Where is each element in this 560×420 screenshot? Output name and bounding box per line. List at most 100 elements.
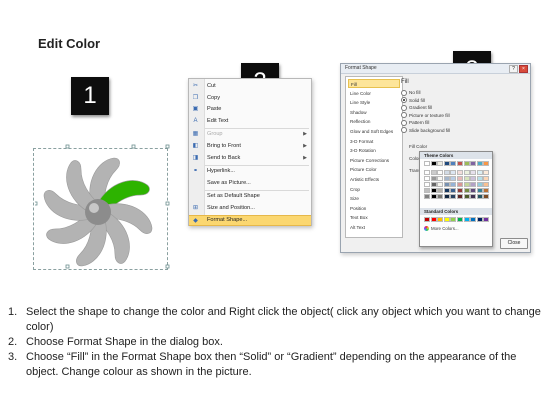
menu-item-paste[interactable]: ▣ Paste: [189, 104, 311, 114]
theme-color-swatch[interactable]: [437, 161, 444, 166]
category-picture-corrections[interactable]: Picture Corrections: [348, 156, 400, 165]
category-fill[interactable]: Fill: [348, 79, 400, 88]
fill-option-solid-fill[interactable]: Solid fill: [401, 97, 511, 104]
theme-color-swatch[interactable]: [430, 182, 437, 187]
category-3-d-format[interactable]: 3-D Format: [348, 137, 400, 146]
theme-color-swatch[interactable]: [430, 170, 437, 175]
radio-button[interactable]: [401, 89, 407, 96]
theme-color-swatch[interactable]: [424, 188, 430, 193]
theme-color-swatch[interactable]: [483, 182, 490, 187]
theme-color-swatch[interactable]: [463, 182, 470, 187]
theme-color-swatch[interactable]: [483, 170, 490, 175]
theme-color-swatch[interactable]: [450, 194, 457, 199]
selection-handle[interactable]: [165, 264, 170, 269]
more-colors-link[interactable]: More Colors...: [424, 226, 459, 232]
radio-button[interactable]: [401, 127, 407, 134]
radio-button[interactable]: [401, 119, 407, 126]
fill-option-no-fill[interactable]: No fill: [401, 89, 511, 96]
category-shadow[interactable]: Shadow: [348, 108, 400, 117]
category-reflection[interactable]: Reflection: [348, 117, 400, 126]
theme-color-swatch[interactable]: [470, 176, 477, 181]
theme-color-swatch[interactable]: [483, 161, 490, 166]
theme-color-swatch[interactable]: [430, 194, 437, 199]
theme-color-swatch[interactable]: [457, 194, 463, 199]
theme-color-swatch[interactable]: [424, 161, 430, 166]
theme-color-swatch[interactable]: [437, 170, 444, 175]
theme-color-swatch[interactable]: [424, 182, 430, 187]
menu-item-group[interactable]: ▦ Group ▶: [189, 129, 311, 139]
menu-item-copy[interactable]: ❐ Copy: [189, 93, 311, 103]
radio-button[interactable]: [401, 97, 407, 104]
theme-color-swatch[interactable]: [437, 188, 444, 193]
theme-color-swatch[interactable]: [463, 188, 470, 193]
standard-color-swatch[interactable]: [430, 217, 437, 222]
theme-color-swatch[interactable]: [463, 170, 470, 175]
pinwheel-shape[interactable]: [35, 132, 170, 272]
theme-color-swatch[interactable]: [443, 188, 450, 193]
category-crop[interactable]: Crop: [348, 185, 400, 194]
theme-color-swatch[interactable]: [483, 176, 490, 181]
theme-color-swatch[interactable]: [437, 182, 444, 187]
category-position[interactable]: Position: [348, 204, 400, 213]
menu-item-hyperlink[interactable]: ⚭ Hyperlink...: [189, 166, 311, 176]
theme-color-swatch[interactable]: [443, 194, 450, 199]
radio-button[interactable]: [401, 104, 407, 111]
theme-color-swatch[interactable]: [470, 194, 477, 199]
fill-option-gradient-fill[interactable]: Gradient fill: [401, 104, 511, 111]
theme-color-swatch[interactable]: [430, 188, 437, 193]
theme-color-swatch[interactable]: [470, 188, 477, 193]
category-line-style[interactable]: Line Style: [348, 98, 400, 107]
theme-color-swatch[interactable]: [430, 176, 437, 181]
theme-color-swatch[interactable]: [457, 188, 463, 193]
category-size[interactable]: Size: [348, 194, 400, 203]
theme-color-swatch[interactable]: [424, 176, 430, 181]
category-glow-and-soft-edges[interactable]: Glow and Soft Edges: [348, 127, 400, 136]
theme-color-swatch[interactable]: [483, 188, 490, 193]
theme-color-swatch[interactable]: [457, 182, 463, 187]
theme-color-swatch[interactable]: [450, 182, 457, 187]
standard-color-swatch[interactable]: [437, 217, 444, 222]
menu-item-edit-text[interactable]: A Edit Text: [189, 116, 311, 126]
theme-color-swatch[interactable]: [463, 161, 470, 166]
standard-color-swatch[interactable]: [450, 217, 457, 222]
menu-item-format-shape[interactable]: ◆ Format Shape...: [189, 214, 311, 226]
theme-color-swatch[interactable]: [457, 170, 463, 175]
theme-color-swatch[interactable]: [457, 161, 463, 166]
standard-color-swatch[interactable]: [424, 217, 430, 222]
selection-handle[interactable]: [65, 264, 70, 269]
theme-color-swatch[interactable]: [483, 194, 490, 199]
theme-color-swatch[interactable]: [450, 188, 457, 193]
theme-color-swatch[interactable]: [463, 194, 470, 199]
theme-color-swatch[interactable]: [470, 161, 477, 166]
close-icon[interactable]: ×: [519, 65, 528, 73]
standard-color-swatch[interactable]: [443, 217, 450, 222]
theme-color-swatch[interactable]: [450, 176, 457, 181]
selection-handle[interactable]: [165, 201, 170, 206]
theme-color-swatch[interactable]: [470, 170, 477, 175]
theme-color-swatch[interactable]: [424, 170, 430, 175]
menu-item-bring-to-front[interactable]: ◧ Bring to Front ▶: [189, 141, 311, 151]
standard-color-swatch[interactable]: [470, 217, 477, 222]
radio-button[interactable]: [401, 112, 407, 119]
theme-color-swatch[interactable]: [443, 176, 450, 181]
theme-color-swatch[interactable]: [476, 161, 483, 166]
standard-color-swatch[interactable]: [483, 217, 490, 222]
selection-handle[interactable]: [131, 144, 136, 149]
standard-color-swatch[interactable]: [457, 217, 463, 222]
menu-item-set-as-default-shape[interactable]: Set as Default Shape: [189, 191, 311, 201]
standard-color-swatch[interactable]: [476, 217, 483, 222]
category-picture-color[interactable]: Picture Color: [348, 165, 400, 174]
theme-color-swatch[interactable]: [424, 194, 430, 199]
theme-color-swatch[interactable]: [463, 176, 470, 181]
menu-item-save-as-picture[interactable]: Save as Picture...: [189, 178, 311, 188]
close-button[interactable]: Close: [500, 238, 528, 249]
theme-color-swatch[interactable]: [443, 161, 450, 166]
theme-color-swatch[interactable]: [443, 182, 450, 187]
category-artistic-effects[interactable]: Artistic Effects: [348, 175, 400, 184]
theme-color-swatch[interactable]: [476, 176, 483, 181]
theme-color-swatch[interactable]: [476, 188, 483, 193]
fill-option-pattern-fill[interactable]: Pattern fill: [401, 119, 511, 126]
theme-color-swatch[interactable]: [437, 176, 444, 181]
selection-handle[interactable]: [165, 144, 170, 149]
menu-item-send-to-back[interactable]: ◨ Send to Back ▶: [189, 153, 311, 163]
